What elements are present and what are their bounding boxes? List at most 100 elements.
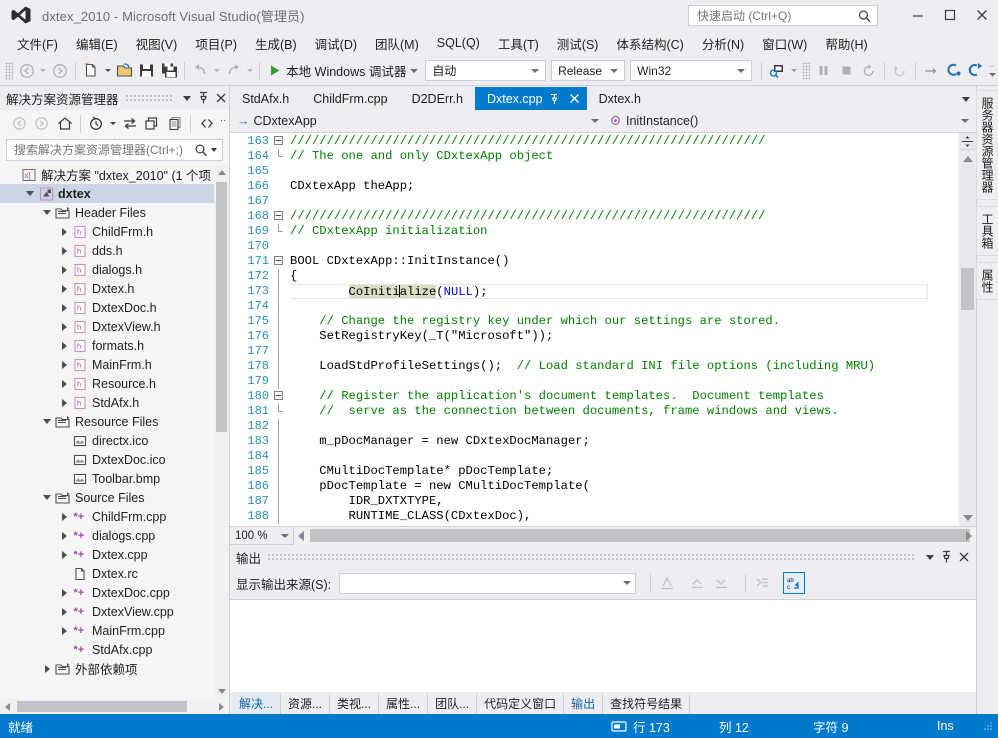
solution-explorer-tree[interactable]: x] 解决方案 "dxtex_2010" (1 个项 dxtex Header Fil… — [0, 165, 229, 699]
code-line[interactable]: LoadStdProfileSettings(); // Load standa… — [290, 359, 959, 374]
navigate-forward-icon[interactable] — [49, 60, 71, 82]
tree-item-stdafx.cpp[interactable]: *+ StdAfx.cpp — [0, 640, 229, 659]
code-line[interactable] — [290, 449, 959, 464]
tree-item-dds.h[interactable]: h dds.h — [0, 241, 229, 260]
menu-window[interactable]: 窗口(W) — [753, 31, 816, 56]
bottom-tab-3[interactable]: 属性... — [379, 692, 429, 714]
scroll-up-icon[interactable] — [214, 165, 229, 180]
scroll-right-icon[interactable] — [214, 699, 229, 714]
scrollbar-thumb[interactable] — [17, 701, 187, 712]
document-tab-dxtex-h[interactable]: Dxtex.h — [587, 87, 653, 110]
tree-item-resource.h[interactable]: h Resource.h — [0, 374, 229, 393]
properties-icon[interactable] — [195, 113, 218, 135]
chevron-down-icon[interactable] — [410, 68, 419, 73]
tree-twisty-icon[interactable] — [57, 531, 71, 540]
tree-item-mainfrm.cpp[interactable]: *+ MainFrm.cpp — [0, 621, 229, 640]
tree-item-mainfrm.h[interactable]: h MainFrm.h — [0, 355, 229, 374]
close-icon[interactable] — [955, 547, 972, 567]
editor-split-handle[interactable] — [959, 133, 976, 150]
sync-with-active-document-icon[interactable] — [118, 113, 141, 135]
code-line[interactable]: // serve as the connection between docum… — [290, 404, 959, 419]
redo-icon[interactable] — [222, 60, 244, 82]
pin-icon[interactable] — [938, 547, 955, 567]
toolbar-grip[interactable] — [801, 61, 810, 80]
tree-twisty-icon[interactable] — [57, 341, 71, 350]
debug-config-combo[interactable]: 自动 — [425, 60, 547, 81]
tree-item-resource-files[interactable]: Resource Files — [0, 412, 229, 431]
clear-all-icon[interactable] — [657, 572, 679, 594]
tree-twisty-icon[interactable] — [57, 322, 71, 331]
scroll-down-icon[interactable] — [214, 684, 229, 699]
code-line[interactable] — [290, 299, 959, 314]
tree-item-childfrm.cpp[interactable]: *+ ChildFrm.cpp — [0, 507, 229, 526]
save-icon[interactable] — [135, 60, 157, 82]
tree-twisty-icon[interactable] — [40, 664, 54, 673]
tree-item-dxtex.cpp[interactable]: *+ Dxtex.cpp — [0, 545, 229, 564]
tree-item-dxtex.h[interactable]: h Dxtex.h — [0, 279, 229, 298]
bottom-tab-2[interactable]: 类视... — [330, 692, 380, 714]
menu-team[interactable]: 团队(M) — [366, 31, 428, 56]
code-line[interactable] — [290, 419, 959, 434]
restart-icon[interactable] — [857, 60, 879, 82]
chevron-down-icon[interactable] — [736, 68, 745, 73]
tree-item-dxtexdoc.h[interactable]: h DxtexDoc.h — [0, 298, 229, 317]
chevron-down-icon[interactable] — [961, 119, 969, 123]
menu-debug[interactable]: 调试(D) — [306, 31, 366, 56]
code-line[interactable]: RUNTIME_CLASS(CDxtexDoc), — [290, 509, 959, 524]
goto-previous-message-icon[interactable] — [687, 572, 709, 594]
quick-launch-input[interactable] — [695, 7, 855, 24]
tree-item-dxtexview.cpp[interactable]: *+ DxtexView.cpp — [0, 602, 229, 621]
scroll-left-icon[interactable] — [0, 699, 15, 714]
code-line[interactable] — [290, 194, 959, 209]
hot-reload-icon[interactable] — [889, 60, 911, 82]
tree-item-dxtexview.h[interactable]: h DxtexView.h — [0, 317, 229, 336]
forward-icon[interactable] — [31, 113, 54, 135]
menu-view[interactable]: 视图(V) — [127, 31, 187, 56]
scroll-left-icon[interactable] — [294, 530, 308, 541]
menu-help[interactable]: 帮助(H) — [816, 31, 876, 56]
undo-dropdown-icon[interactable] — [211, 60, 222, 82]
tree-item-stdafx.h[interactable]: h StdAfx.h — [0, 393, 229, 412]
tree-item-source-files[interactable]: Source Files — [0, 488, 229, 507]
document-tab-childfrm-cpp[interactable]: ChildFrm.cpp — [301, 87, 399, 110]
chevron-down-icon[interactable] — [591, 119, 599, 123]
tree-item--[interactable]: 外部依赖项 — [0, 659, 229, 678]
editor-vertical-scrollbar[interactable] — [959, 133, 976, 526]
minimize-button[interactable] — [902, 2, 934, 28]
toolbar-grip[interactable] — [5, 61, 13, 80]
tree-item-toolbar.bmp[interactable]: Toolbar.bmp — [0, 469, 229, 488]
scroll-right-icon[interactable] — [962, 530, 976, 541]
chevron-down-icon[interactable] — [610, 68, 619, 73]
scroll-up-icon[interactable] — [962, 152, 973, 165]
tree-twisty-icon[interactable] — [57, 284, 71, 293]
fold-marker[interactable] — [274, 134, 290, 149]
close-icon[interactable] — [212, 88, 229, 108]
pending-changes-dropdown-icon[interactable] — [108, 113, 119, 135]
pin-icon[interactable] — [547, 90, 563, 107]
code-line[interactable]: { — [290, 269, 959, 284]
panel-dropdown-icon[interactable] — [921, 547, 938, 567]
tree-twisty-icon[interactable] — [57, 379, 71, 388]
undo-icon[interactable] — [189, 60, 211, 82]
tree-twisty-icon[interactable] — [57, 265, 71, 274]
overflow-icon[interactable]: ·· — [218, 113, 229, 135]
code-line[interactable]: CoInitialize(NULL); — [290, 284, 959, 299]
tree-twisty-icon[interactable] — [57, 626, 71, 635]
bottom-tab-5[interactable]: 代码定义窗口 — [477, 692, 565, 714]
tree-item-formats.h[interactable]: h formats.h — [0, 336, 229, 355]
refresh-icon[interactable] — [141, 113, 164, 135]
bottom-tab-0[interactable]: 解决... — [232, 692, 282, 714]
code-line[interactable]: CDxtexApp theApp; — [290, 179, 959, 194]
solution-tree-horizontal-scrollbar[interactable] — [0, 699, 229, 714]
close-button[interactable] — [966, 2, 998, 28]
save-all-icon[interactable] — [158, 60, 180, 82]
scrollbar-thumb[interactable] — [216, 182, 227, 432]
menu-edit[interactable]: 编辑(E) — [67, 31, 127, 56]
document-tab-stdafx-h[interactable]: StdAfx.h — [230, 87, 301, 110]
tree-twisty-icon[interactable] — [23, 191, 37, 196]
document-tab-dxtex-cpp[interactable]: Dxtex.cpp — [474, 87, 587, 110]
output-text-area[interactable] — [230, 599, 976, 692]
fold-marker[interactable] — [274, 389, 290, 404]
right-tab-0[interactable]: 服务器资源管理器 — [976, 90, 998, 200]
new-project-dropdown-icon[interactable] — [102, 60, 113, 82]
